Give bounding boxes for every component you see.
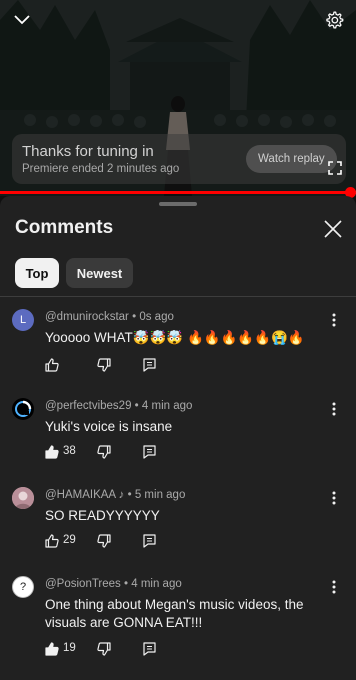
dislike-button[interactable] [97,356,111,374]
filter-chip-top[interactable]: Top [15,258,59,288]
comment-time: 4 min ago [141,400,193,412]
more-vertical-icon [332,402,336,416]
video-progress-bar[interactable] [0,187,356,198]
comment-more-button[interactable] [326,311,342,329]
reply-icon [143,642,156,656]
thumbs-down-icon [97,642,111,656]
comment-time: 5 min ago [134,489,186,501]
thumbs-up-icon [45,642,59,656]
comment-text: Yuki's voice is insane [45,419,173,434]
more-vertical-icon [332,491,336,505]
reply-icon [143,534,156,548]
thumbs-down-icon [97,358,111,372]
comment-meta: @perfectvibes29 • 4 min ago [45,400,193,412]
comment-meta: @HAMAIKAA ♪ • 5 min ago [45,489,186,501]
like-count: 38 [63,445,76,457]
dislike-button[interactable] [97,532,111,550]
comment-meta: @dmunirockstar • 0s ago [45,311,174,323]
comment-author[interactable]: @perfectvibes29 [45,400,131,412]
like-count: 19 [63,642,76,654]
comment-meta: @PosionTrees • 4 min ago [45,578,182,590]
premiere-title: Thanks for tuning in [22,143,154,160]
reply-button[interactable] [143,356,156,374]
comment-actions: 29 [45,532,185,550]
fullscreen-icon [328,161,342,175]
thumbs-down-icon [97,445,111,459]
panel-title: Comments [15,217,114,238]
comment-actions [45,356,185,374]
reply-button[interactable] [143,640,156,658]
comment-item: @perfectvibes29 • 4 min ago Yuki's voice… [0,386,356,474]
like-button[interactable] [45,532,59,550]
settings-button[interactable] [320,6,348,34]
avatar-letter: L [19,314,27,326]
avatar[interactable] [12,398,34,420]
comment-more-button[interactable] [326,489,342,507]
video-player[interactable]: Thanks for tuning in Premiere ended 2 mi… [0,0,356,196]
comment-author[interactable]: @HAMAIKAA ♪ [45,489,124,501]
thumbs-down-icon [97,534,111,548]
comment-item: L @dmunirockstar • 0s ago Yooooo WHAT🤯🤯🤯… [0,297,356,385]
more-vertical-icon [332,313,336,327]
avatar-letter: ? [19,581,27,593]
avatar-photo-icon [12,487,34,509]
watch-replay-button[interactable]: Watch replay [246,145,337,173]
premiere-ended-card: Thanks for tuning in Premiere ended 2 mi… [12,134,346,184]
thumbs-up-icon [45,358,59,372]
comment-more-button[interactable] [326,400,342,418]
comment-time: 0s ago [139,311,174,323]
reply-icon [143,358,156,372]
thumbs-up-icon [45,445,59,459]
like-button[interactable] [45,356,59,374]
fullscreen-button[interactable] [328,161,342,175]
comment-author[interactable]: @PosionTrees [45,578,121,590]
comment-text: SO READYYYYYY [45,508,160,523]
comment-item: @HAMAIKAA ♪ • 5 min ago SO READYYYYYY 29 [0,475,356,563]
like-button[interactable] [45,640,59,658]
premiere-subtitle: Premiere ended 2 minutes ago [22,163,180,175]
reply-button[interactable] [143,443,156,461]
comment-time: 4 min ago [131,578,182,590]
comment-item: ? @PosionTrees • 4 min ago One thing abo… [0,564,356,674]
like-button[interactable] [45,443,59,461]
filter-chip-newest[interactable]: Newest [66,258,133,288]
avatar-logo-icon [15,400,32,417]
reply-button[interactable] [143,532,156,550]
thumbs-up-icon [45,534,59,548]
comment-text: One thing about Megan's music videos, th… [45,597,304,630]
like-count: 29 [63,534,76,546]
chevron-down-icon [14,15,30,25]
collapse-button[interactable] [8,6,36,34]
avatar[interactable]: ? [12,576,34,598]
comments-panel: Comments Top Newest L @dmunirockstar • 0… [0,196,356,680]
dislike-button[interactable] [97,640,111,658]
close-icon [324,220,342,238]
more-vertical-icon [332,580,336,594]
reply-icon [143,445,156,459]
comment-author[interactable]: @dmunirockstar [45,311,129,323]
comment-more-button[interactable] [326,578,342,596]
avatar[interactable] [12,487,34,509]
comment-actions: 38 [45,443,185,461]
comment-actions: 19 [45,640,185,658]
dislike-button[interactable] [97,443,111,461]
gear-icon [326,11,344,29]
drag-handle[interactable] [159,202,197,206]
close-button[interactable] [320,216,346,242]
progress-fill [0,191,351,194]
comment-text: Yooooo WHAT🤯🤯🤯 🔥🔥🔥🔥🔥😭🔥 [45,330,305,345]
avatar[interactable]: L [12,309,34,331]
